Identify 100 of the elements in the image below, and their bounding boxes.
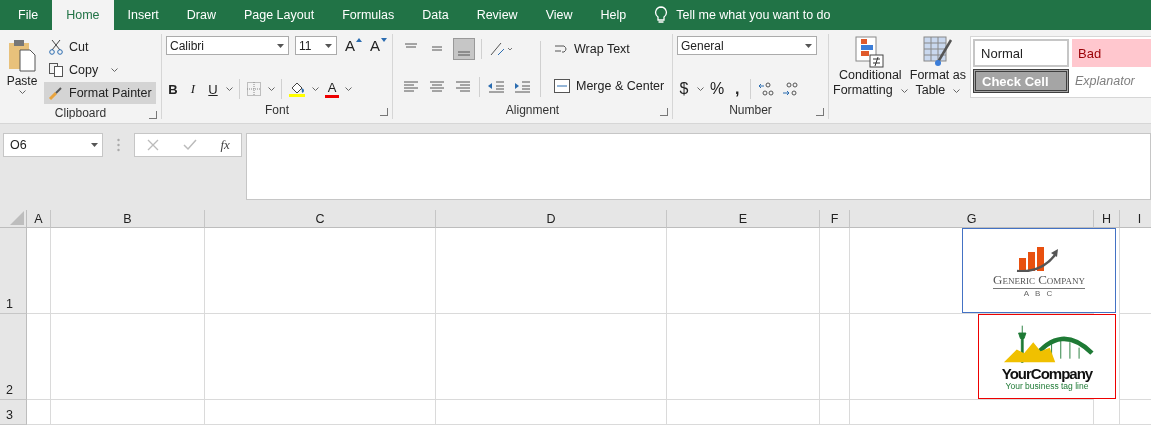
font-color-button[interactable]: A: [325, 80, 339, 98]
cell-style[interactable]: Explanator: [1072, 67, 1151, 95]
increase-decimal-icon[interactable]: [757, 80, 776, 98]
caret-icon[interactable]: [312, 87, 319, 91]
spreadsheet-cell[interactable]: [51, 314, 205, 400]
currency-button[interactable]: $: [677, 80, 691, 98]
orientation-icon[interactable]: [488, 40, 514, 58]
dialog-launcher-icon[interactable]: [149, 111, 157, 119]
spreadsheet-cell[interactable]: [27, 314, 51, 400]
scissors-icon: [48, 39, 64, 55]
shrink-font-button[interactable]: A: [368, 37, 382, 54]
ribbon-tab[interactable]: Review: [462, 0, 532, 30]
spreadsheet-cell[interactable]: [1119, 228, 1151, 314]
spreadsheet-cell[interactable]: [27, 400, 51, 425]
down-triangle-icon: [381, 38, 387, 42]
column-header[interactable]: D: [436, 210, 667, 228]
column-header[interactable]: G: [850, 210, 1094, 228]
spreadsheet-cell[interactable]: [27, 228, 51, 314]
enter-icon[interactable]: [182, 138, 199, 152]
column-header[interactable]: H: [1094, 210, 1120, 228]
spreadsheet-cell[interactable]: [1094, 400, 1120, 425]
column-header[interactable]: A: [27, 210, 51, 228]
dialog-launcher-icon[interactable]: [816, 108, 824, 116]
logo-image[interactable]: Generic Company A B C: [962, 228, 1116, 313]
caret-icon[interactable]: [697, 87, 704, 91]
spreadsheet-cell[interactable]: [1119, 314, 1151, 400]
ribbon-tab[interactable]: Help: [586, 0, 641, 30]
caret-icon: [18, 90, 26, 94]
spreadsheet-cell[interactable]: [667, 314, 820, 400]
grow-font-button[interactable]: A: [343, 37, 357, 54]
grip-icon[interactable]: [117, 138, 120, 152]
column-header[interactable]: C: [205, 210, 436, 228]
ribbon-tab[interactable]: View: [531, 0, 587, 30]
group-label: Clipboard: [54, 106, 107, 119]
cut-button[interactable]: Cut: [44, 36, 156, 58]
conditional-formatting-button[interactable]: Conditional Formatting: [833, 36, 908, 117]
ribbon-tab[interactable]: Page Layout: [229, 0, 329, 30]
format-as-table-button[interactable]: Format as Table: [909, 36, 966, 117]
merge-cells-icon: [553, 78, 571, 94]
wrap-text-button[interactable]: Wrap Text: [549, 38, 672, 60]
lightbulb-icon: [654, 6, 669, 24]
number-format-dropdown[interactable]: General: [677, 36, 817, 55]
spreadsheet-cell[interactable]: [51, 400, 205, 425]
dialog-launcher-icon[interactable]: [660, 108, 668, 116]
ribbon-tab[interactable]: File: [4, 0, 53, 30]
paste-button[interactable]: Paste: [4, 36, 40, 104]
spreadsheet-cell[interactable]: [667, 400, 820, 425]
ribbon-tab[interactable]: Formulas: [328, 0, 409, 30]
format-painter-button[interactable]: Format Painter: [44, 82, 156, 104]
ribbon-tab[interactable]: Draw: [172, 0, 230, 30]
spreadsheet-cell[interactable]: [820, 400, 850, 425]
row-header[interactable]: 3: [0, 400, 27, 425]
cell-style[interactable]: Bad: [1072, 39, 1151, 67]
spreadsheet-cell[interactable]: [205, 400, 436, 425]
column-header[interactable]: E: [667, 210, 820, 228]
column-header[interactable]: F: [820, 210, 850, 228]
dialog-launcher-icon[interactable]: [380, 108, 388, 116]
fill-color-icon[interactable]: [288, 80, 306, 98]
spreadsheet-cell[interactable]: [436, 314, 667, 400]
font-name-dropdown[interactable]: Calibri: [166, 36, 289, 55]
caret-icon[interactable]: [345, 87, 352, 91]
paintbrush-icon: [48, 85, 64, 101]
merge-center-button[interactable]: Merge & Center: [549, 75, 672, 97]
spreadsheet-cell[interactable]: [205, 314, 436, 400]
ribbon-tab[interactable]: Home: [52, 0, 114, 30]
spreadsheet-cell[interactable]: [51, 228, 205, 314]
spreadsheet-cell[interactable]: [436, 400, 667, 425]
cell-style[interactable]: Normal: [973, 39, 1069, 67]
caret-icon[interactable]: [226, 87, 233, 91]
font-size-dropdown[interactable]: 11: [295, 36, 337, 55]
column-header[interactable]: I: [1120, 210, 1151, 228]
dropdown-arrow-icon: [277, 44, 284, 48]
row-header[interactable]: 2: [0, 314, 27, 400]
copy-button[interactable]: Copy: [44, 59, 156, 81]
comma-button[interactable]: ,: [730, 80, 745, 98]
column-header[interactable]: B: [51, 210, 205, 228]
bottom-align-icon[interactable]: [453, 38, 475, 60]
tell-me-search[interactable]: Tell me what you want to do: [676, 0, 831, 30]
spreadsheet-cell[interactable]: [436, 228, 667, 314]
decrease-decimal-icon[interactable]: [781, 80, 800, 98]
spreadsheet-cell[interactable]: [820, 314, 850, 400]
spreadsheet-cell[interactable]: [205, 228, 436, 314]
logo-image[interactable]: YourCompany Your business tag line: [978, 314, 1116, 399]
ribbon-tab[interactable]: Data: [408, 0, 463, 30]
percent-button[interactable]: %: [710, 80, 725, 98]
formula-input[interactable]: [246, 133, 1151, 200]
cancel-icon[interactable]: [146, 138, 161, 152]
ribbon-tab[interactable]: Insert: [113, 0, 173, 30]
underline-button[interactable]: U: [206, 81, 220, 97]
insert-function-button[interactable]: fx: [220, 137, 230, 153]
name-box[interactable]: O6: [3, 133, 103, 157]
row-header[interactable]: 1: [0, 228, 27, 314]
bold-button[interactable]: B: [166, 81, 180, 97]
italic-button[interactable]: I: [186, 81, 200, 97]
caret-icon: [953, 88, 961, 93]
spreadsheet-cell[interactable]: [850, 400, 1094, 425]
borders-icon[interactable]: [246, 81, 262, 97]
spreadsheet-cell[interactable]: [820, 228, 850, 314]
caret-icon[interactable]: [268, 87, 275, 91]
spreadsheet-cell[interactable]: [667, 228, 820, 314]
